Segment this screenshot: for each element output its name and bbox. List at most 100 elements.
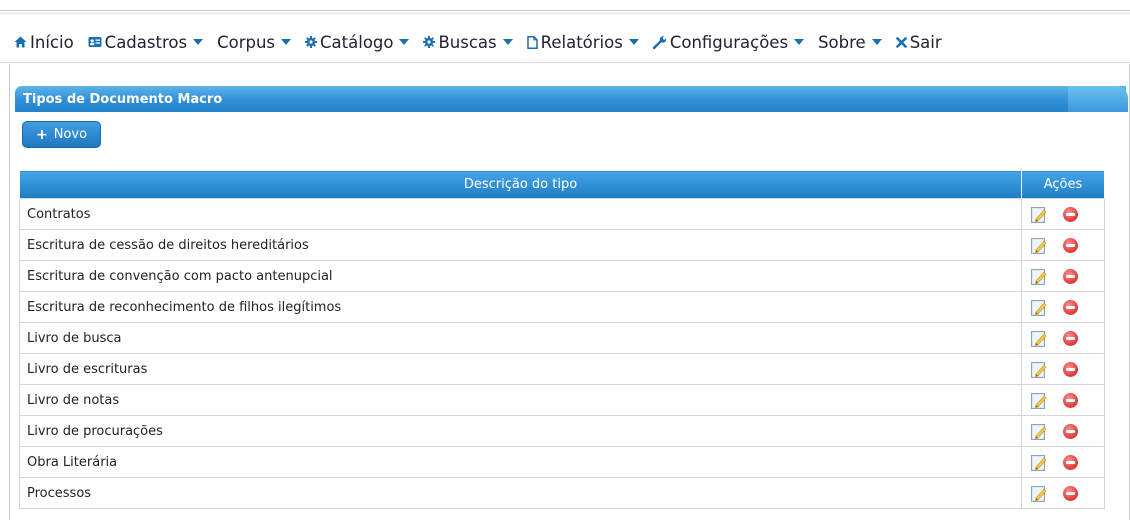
table-row: Livro de procurações: [19, 415, 1105, 447]
column-header-descricao[interactable]: Descrição do tipo: [19, 170, 1022, 199]
row-actions: [1021, 198, 1105, 230]
edit-icon[interactable]: [1031, 268, 1047, 285]
row-description: Escritura de convenção com pacto antenup…: [19, 260, 1022, 292]
table-row: Escritura de convenção com pacto antenup…: [19, 260, 1105, 292]
edit-icon[interactable]: [1031, 330, 1047, 347]
edit-icon[interactable]: [1031, 485, 1047, 502]
nav-buscas[interactable]: Buscas: [423, 32, 513, 52]
table-row: Escritura de reconhecimento de filhos il…: [19, 291, 1105, 323]
edit-icon[interactable]: [1031, 237, 1047, 254]
row-actions: [1021, 477, 1105, 509]
edit-icon[interactable]: [1031, 206, 1047, 223]
edit-icon[interactable]: [1031, 299, 1047, 316]
edit-icon[interactable]: [1031, 454, 1047, 471]
row-description: Livro de notas: [19, 384, 1022, 416]
actions-group: [1022, 454, 1104, 471]
delete-icon[interactable]: [1063, 361, 1078, 377]
table-row: Escritura de cessão de direitos hereditá…: [19, 229, 1105, 261]
delete-icon[interactable]: [1063, 485, 1078, 501]
actions-group: [1022, 330, 1104, 347]
edit-icon[interactable]: [1031, 361, 1047, 378]
delete-icon[interactable]: [1063, 299, 1078, 315]
table-body: Contratos Escritura de cessão de direitos…: [19, 198, 1105, 509]
delete-icon[interactable]: [1063, 237, 1078, 253]
delete-icon[interactable]: [1063, 330, 1078, 346]
page-title: Tipos de Documento Macro: [23, 91, 223, 107]
actions-group: [1022, 237, 1104, 254]
plus-icon: +: [35, 126, 48, 143]
nav-relatorios-label: Relatórios: [540, 32, 623, 52]
new-button[interactable]: + Novo: [22, 121, 101, 148]
table-row: Contratos: [19, 198, 1105, 230]
row-actions: [1021, 353, 1105, 385]
nav-sobre[interactable]: Sobre: [818, 33, 882, 52]
row-description: Livro de busca: [19, 322, 1022, 354]
actions-group: [1022, 423, 1104, 440]
nav-configuracoes-label: Configurações: [669, 32, 789, 52]
nav-cadastros[interactable]: Cadastros: [88, 32, 204, 52]
row-description: Processos: [19, 477, 1022, 509]
nav-corpus-label: Corpus: [217, 32, 276, 52]
gear-icon: [423, 36, 436, 48]
menu-divider: [0, 62, 1130, 63]
chevron-down-icon: [193, 39, 204, 45]
row-description: Livro de procurações: [19, 415, 1022, 447]
gear-icon: [305, 36, 318, 48]
nav-sair-label: Sair: [909, 32, 942, 52]
actions-group: [1022, 361, 1104, 378]
nav-catalogo-label: Catálogo: [320, 32, 394, 52]
chevron-down-icon: [871, 39, 882, 45]
delete-icon[interactable]: [1063, 268, 1078, 284]
row-actions: [1021, 446, 1105, 478]
home-icon: [14, 36, 27, 48]
table-row: Livro de busca: [19, 322, 1105, 354]
row-actions: [1021, 415, 1105, 447]
top-border: [0, 10, 1130, 11]
nav-inicio-label: Início: [30, 32, 74, 52]
row-description: Obra Literária: [19, 446, 1022, 478]
chevron-down-icon: [794, 39, 805, 45]
row-description: Escritura de reconhecimento de filhos il…: [19, 291, 1022, 323]
nav-cadastros-label: Cadastros: [104, 32, 188, 52]
table-header-row: Descrição do tipo Ações: [19, 170, 1105, 199]
nav-relatorios[interactable]: Relatórios: [526, 32, 639, 52]
nav-inicio[interactable]: Início: [14, 33, 74, 52]
actions-group: [1022, 392, 1104, 409]
document-icon: [526, 35, 538, 49]
chevron-down-icon: [502, 39, 513, 45]
actions-group: [1022, 299, 1104, 316]
row-description: Escritura de cessão de direitos hereditá…: [19, 229, 1022, 261]
new-button-label: Novo: [53, 127, 88, 142]
row-actions: [1021, 384, 1105, 416]
chevron-down-icon: [281, 39, 292, 45]
delete-icon[interactable]: [1063, 454, 1078, 470]
table-row: Processos: [19, 477, 1105, 509]
delete-icon[interactable]: [1063, 392, 1078, 408]
nav-configuracoes[interactable]: Configurações: [652, 32, 805, 52]
column-header-acoes: Ações: [1021, 170, 1105, 199]
wrench-icon: [652, 35, 667, 49]
nav-sobre-label: Sobre: [818, 32, 866, 52]
chevron-down-icon: [628, 39, 639, 45]
document-types-table: Descrição do tipo Ações Contratos Escritu…: [19, 170, 1105, 509]
actions-group: [1022, 206, 1104, 223]
actions-group: [1022, 485, 1104, 502]
row-actions: [1021, 229, 1105, 261]
row-actions: [1021, 260, 1105, 292]
nav-buscas-label: Buscas: [438, 32, 497, 52]
edit-icon[interactable]: [1031, 392, 1047, 409]
row-description: Contratos: [19, 198, 1022, 230]
top-border-inner: [0, 13, 1130, 14]
nav-sair[interactable]: Sair: [895, 32, 942, 52]
row-actions: [1021, 291, 1105, 323]
row-actions: [1021, 322, 1105, 354]
delete-icon[interactable]: [1063, 423, 1078, 439]
nav-corpus[interactable]: Corpus: [217, 32, 292, 52]
nav-catalogo[interactable]: Catálogo: [305, 32, 410, 52]
table-row: Obra Literária: [19, 446, 1105, 478]
edit-icon[interactable]: [1031, 423, 1047, 440]
row-description: Livro de escrituras: [19, 353, 1022, 385]
main-menu: Início Cadastros Corpus Catálogo Buscas …: [14, 27, 956, 57]
table-row: Livro de notas: [19, 384, 1105, 416]
delete-icon[interactable]: [1063, 206, 1078, 222]
